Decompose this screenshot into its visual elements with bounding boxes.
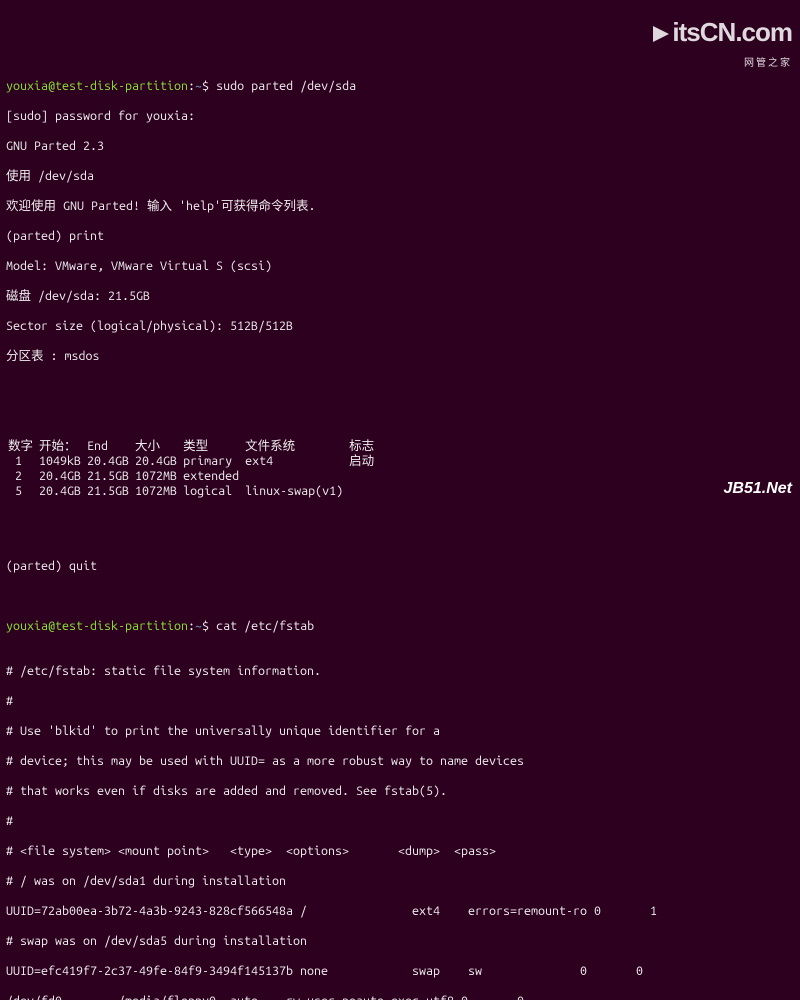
fstab-line: /dev/fd0 /media/floppy0 auto rw,user,noa… [6, 994, 794, 1000]
partition-header-row: 数字 开始： End 大小 类型 文件系统 标志 [6, 439, 380, 454]
fstab-line: # [6, 694, 794, 709]
fstab-line: # that works even if disks are added and… [6, 784, 794, 799]
parted-device: 使用 /dev/sda [6, 169, 794, 184]
table-row: 1 1049kB 20.4GB 20.4GB primary ext4 启动 [6, 454, 380, 469]
sector-size-line: Sector size (logical/physical): 512B/512… [6, 319, 794, 334]
fstab-line: # [6, 814, 794, 829]
play-icon [650, 30, 672, 44]
watermark-top: itsCN.com 网管之家 [643, 8, 792, 86]
command-parted[interactable]: sudo parted /dev/sda [216, 79, 356, 93]
parted-banner: GNU Parted 2.3 [6, 139, 794, 154]
sudo-password-prompt: [sudo] password for youxia: [6, 109, 794, 124]
table-row: 5 20.4GB 21.5GB 1072MB logical linux-swa… [6, 484, 380, 499]
command-cat-fstab[interactable]: cat /etc/fstab [216, 619, 314, 633]
table-row: 2 20.4GB 21.5GB 1072MB extended [6, 469, 380, 484]
fstab-line: UUID=72ab00ea-3b72-4a3b-9243-828cf566548… [6, 904, 794, 919]
parted-prompt-quit: (parted) quit [6, 559, 794, 574]
disk-size-line: 磁盘 /dev/sda: 21.5GB [6, 289, 794, 304]
parted-quit-cmd[interactable]: quit [69, 559, 97, 573]
partition-table: 数字 开始： End 大小 类型 文件系统 标志 1 1049kB 20.4GB… [6, 439, 380, 499]
model-line: Model: VMware, VMware Virtual S (scsi) [6, 259, 794, 274]
parted-print-cmd[interactable]: print [69, 229, 104, 243]
partition-table-type: 分区表 : msdos [6, 349, 794, 364]
fstab-line: # swap was on /dev/sda5 during installat… [6, 934, 794, 949]
parted-welcome: 欢迎使用 GNU Parted! 输入 'help'可获得命令列表. [6, 199, 794, 214]
fstab-line: # Use 'blkid' to print the universally u… [6, 724, 794, 739]
watermark-bottom: JB51.Net [724, 481, 792, 496]
fstab-line: # <file system> <mount point> <type> <op… [6, 844, 794, 859]
prompt-line-1: youxia@test-disk-partition:~$ sudo parte… [6, 79, 794, 94]
fstab-line: UUID=efc419f7-2c37-49fe-84f9-3494f145137… [6, 964, 794, 979]
fstab-line: # device; this may be used with UUID= as… [6, 754, 794, 769]
parted-prompt-print: (parted) print [6, 229, 794, 244]
fstab-line: # /etc/fstab: static file system informa… [6, 664, 794, 679]
fstab-line: # / was on /dev/sda1 during installation [6, 874, 794, 889]
prompt-userhost: youxia@test-disk-partition [6, 79, 188, 93]
prompt-line-2: youxia@test-disk-partition:~$ cat /etc/f… [6, 619, 794, 634]
